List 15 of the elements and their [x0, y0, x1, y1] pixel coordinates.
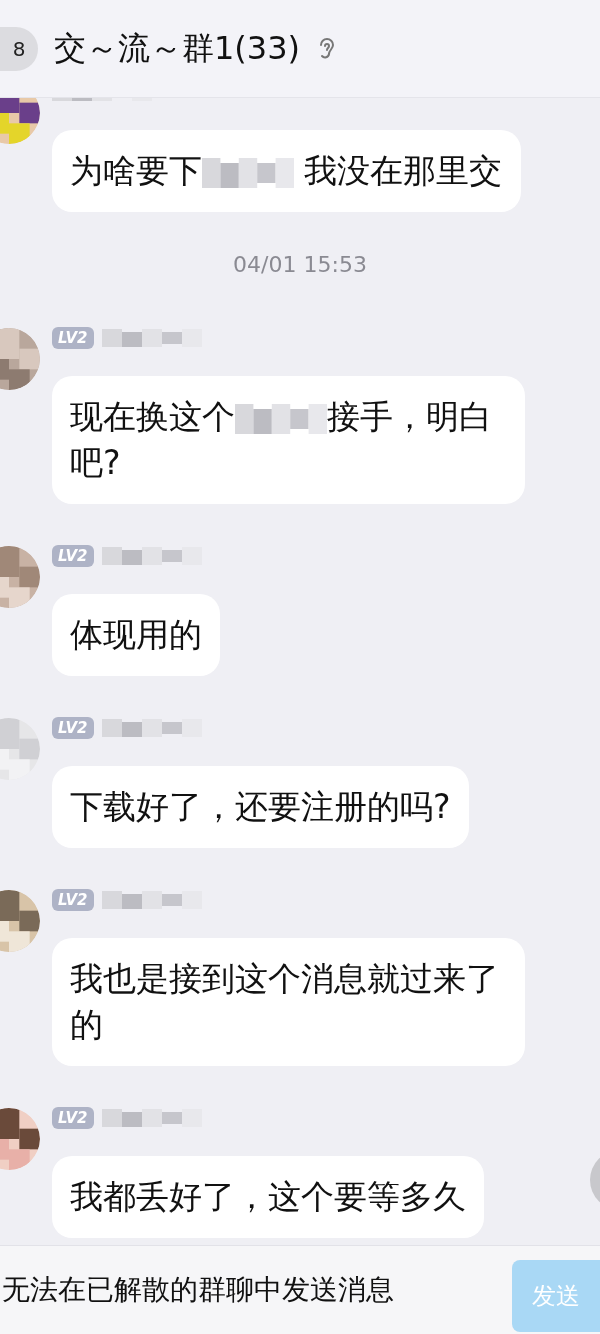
- level-badge: LV2: [52, 889, 94, 911]
- chat-title: 交～流～群1(33): [54, 27, 301, 69]
- disabled-notice: 无法在已解散的群聊中发送消息: [1, 1272, 395, 1308]
- message-bubble: 下载好了，还要注册的吗?: [52, 766, 469, 848]
- level-badge: LV2: [52, 1107, 94, 1129]
- message-bubble: 我也是接到这个消息就过来了的: [52, 938, 525, 1066]
- level-badge: LV2: [52, 545, 94, 567]
- timestamp: 04/01 15:53: [233, 251, 367, 279]
- message-bubble: 我都丢好了，这个要等多久: [52, 1156, 484, 1238]
- message-bubble: 体现用的: [52, 594, 220, 676]
- level-badge: LV2: [52, 327, 94, 349]
- message-bubble: 现在换这个 接手，明白吧?: [52, 376, 525, 504]
- unread-count[interactable]: 8: [0, 26, 38, 71]
- level-badge: LV2: [52, 717, 94, 739]
- message-bubble: 为啥要下 我没在那里交: [52, 130, 521, 212]
